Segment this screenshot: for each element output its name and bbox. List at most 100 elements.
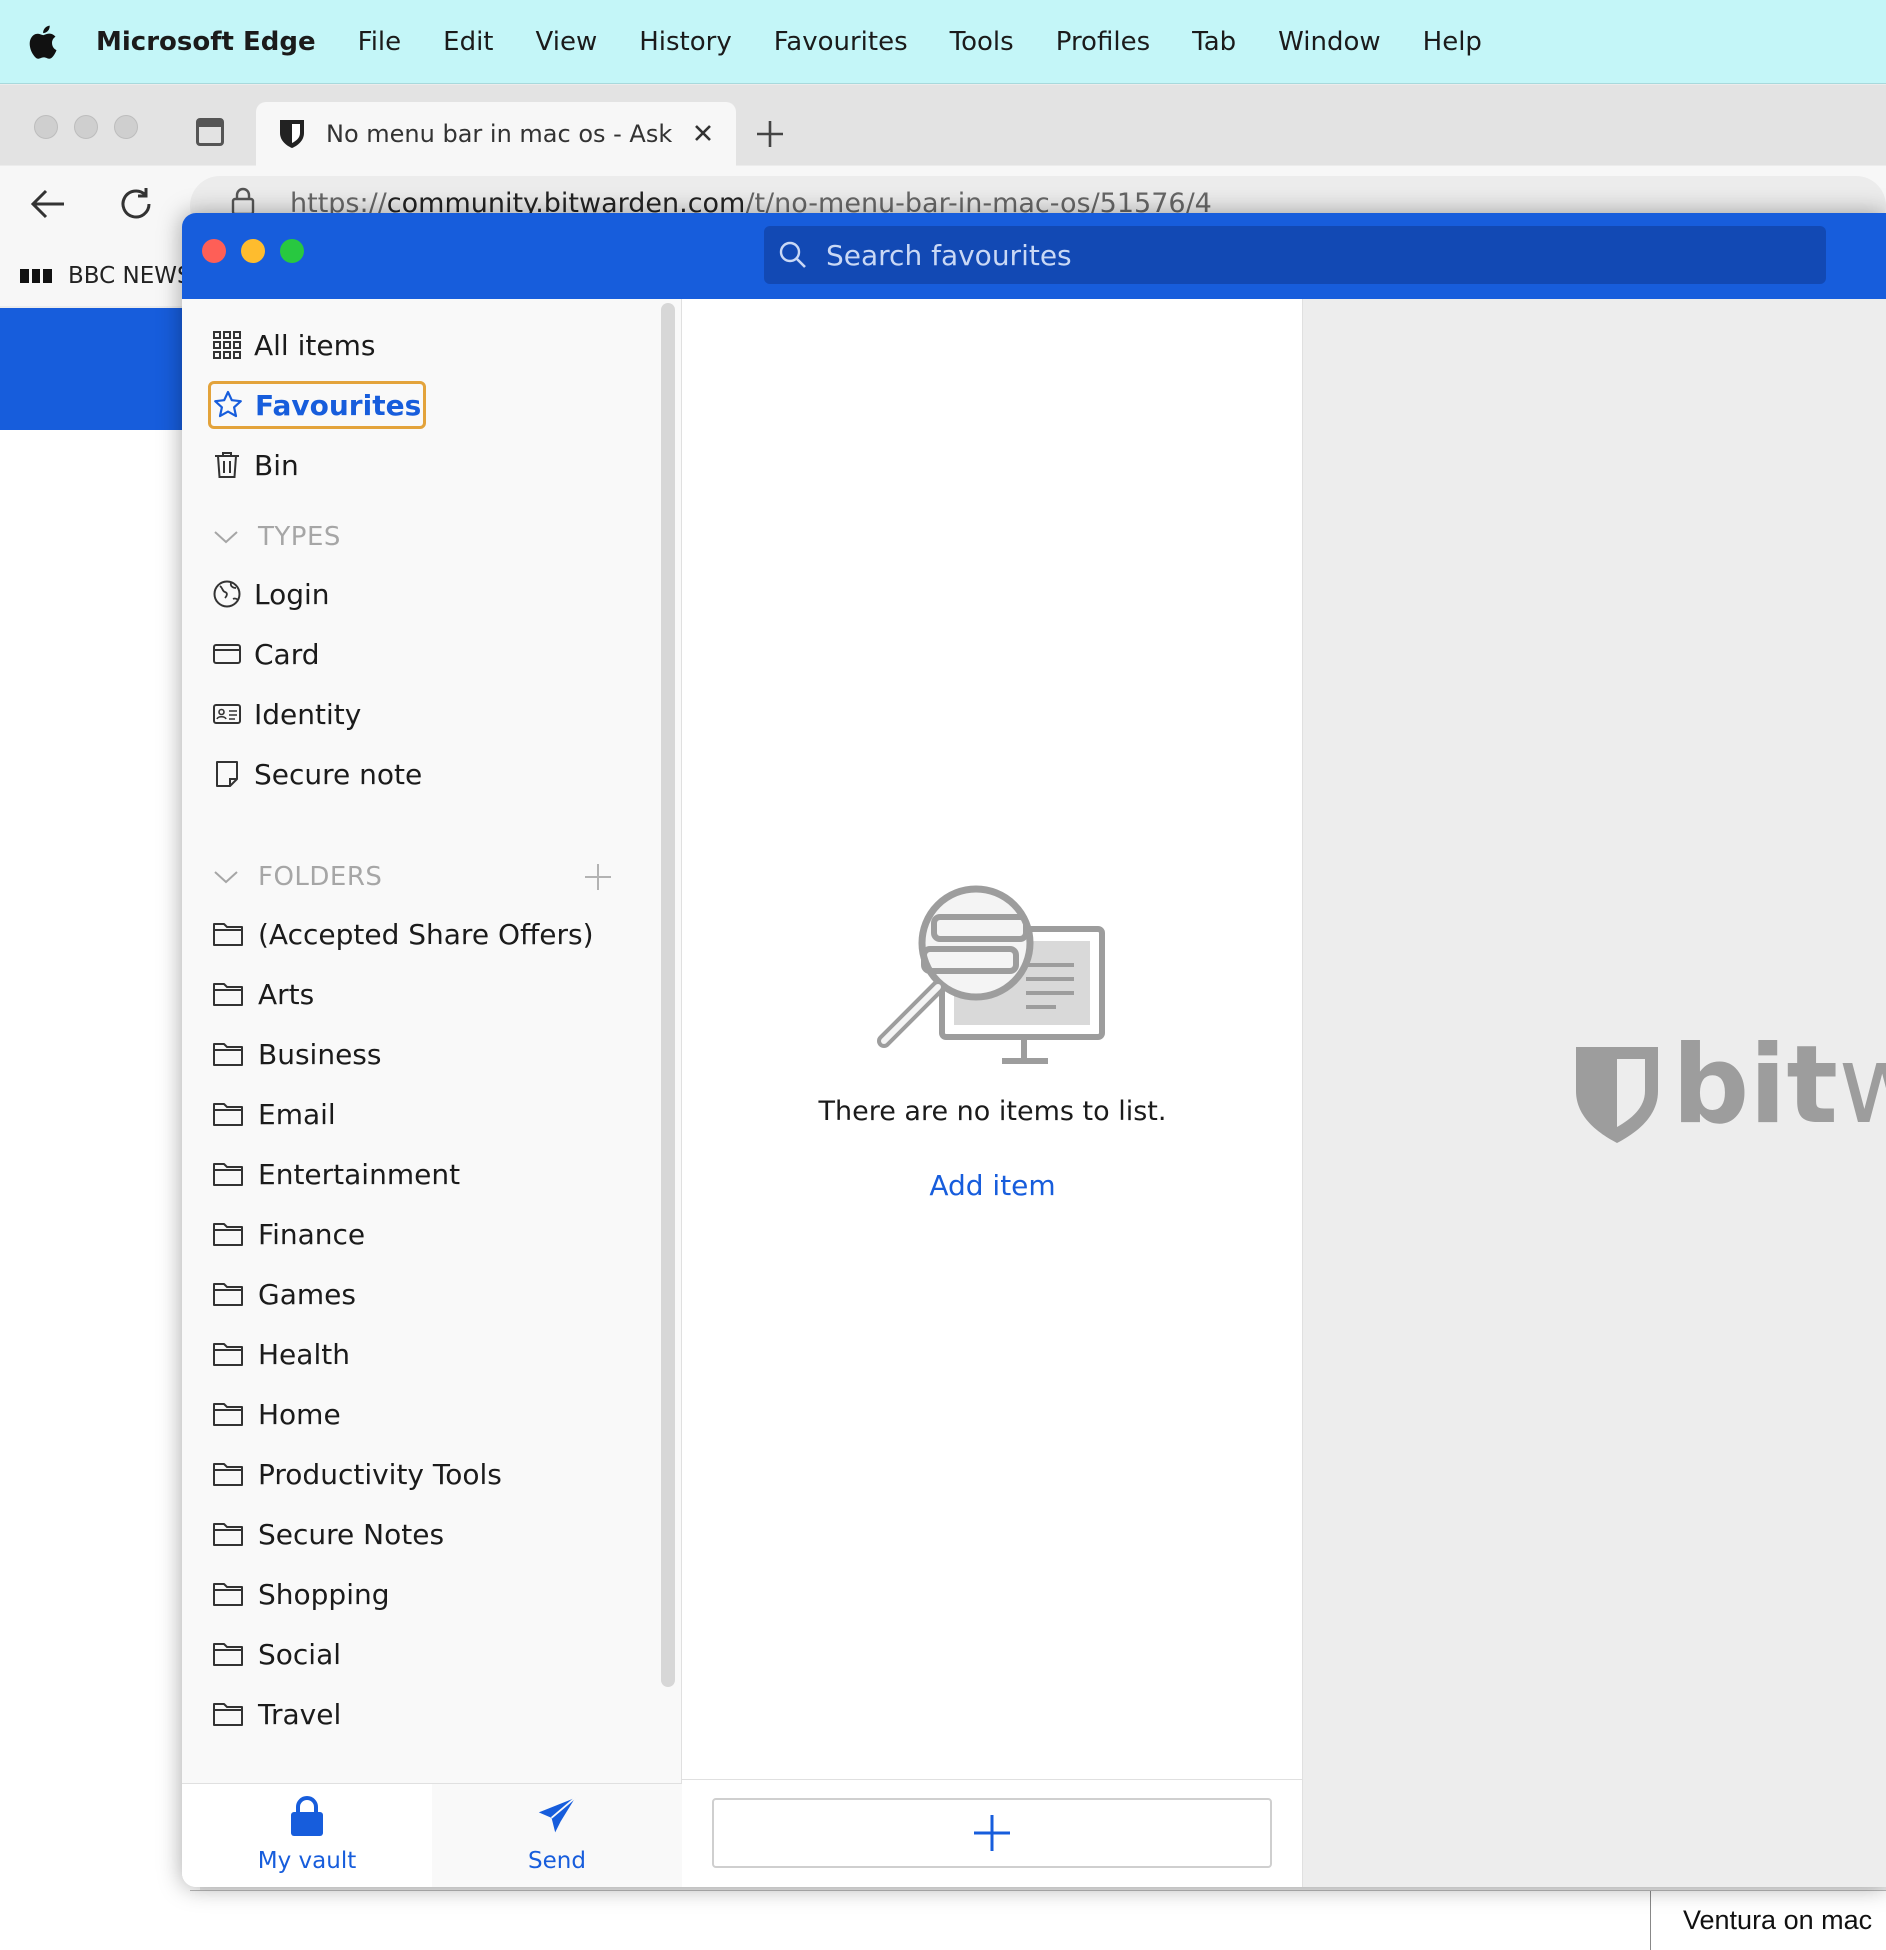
bitwarden-logo-icon <box>1576 1047 1658 1143</box>
folder-icon <box>213 1043 243 1066</box>
types-section-toggle[interactable]: TYPES <box>212 517 341 557</box>
chevron-down-icon <box>214 531 238 544</box>
folder-label: Social <box>258 1637 342 1671</box>
browser-zoom-button[interactable] <box>114 115 138 139</box>
folder-icon <box>213 1283 243 1306</box>
menu-view[interactable]: View <box>536 27 598 57</box>
sidebar-item-all-items[interactable]: All items <box>212 322 375 368</box>
folder-icon <box>213 983 243 1006</box>
folder-icon <box>213 1643 243 1666</box>
no-items-illustration-icon <box>877 885 1105 1064</box>
folder-item[interactable]: Entertainment <box>212 1151 460 1197</box>
folder-icon <box>213 1523 243 1546</box>
type-login[interactable]: Login <box>212 571 330 617</box>
lock-icon[interactable] <box>230 186 256 216</box>
apple-icon[interactable] <box>28 22 62 62</box>
macos-menu-bar: Microsoft Edge File Edit View History Fa… <box>0 0 1886 84</box>
folders-section-toggle[interactable]: FOLDERS <box>212 857 382 897</box>
sidebar-item-bin[interactable]: Bin <box>212 442 299 488</box>
browser-tab[interactable]: No menu bar in mac os - Ask the Communit… <box>256 102 736 166</box>
menu-help[interactable]: Help <box>1423 27 1482 57</box>
bookmark-bbc-news[interactable]: BBC NEWS <box>0 246 200 306</box>
folder-item[interactable]: Travel <box>212 1691 341 1737</box>
search-input[interactable] <box>826 238 1786 272</box>
folder-icon <box>213 1103 243 1126</box>
bitwarden-header <box>182 213 1886 299</box>
search-icon <box>779 241 806 268</box>
folder-icon <box>213 1163 243 1186</box>
back-arrow-icon[interactable] <box>28 186 68 222</box>
menu-tab[interactable]: Tab <box>1192 27 1236 57</box>
folder-item[interactable]: Secure Notes <box>212 1511 444 1557</box>
browser-minimize-button[interactable] <box>74 115 98 139</box>
page-snippet-text: Ventura on mac <box>1683 1905 1873 1935</box>
menu-profiles[interactable]: Profiles <box>1056 27 1150 57</box>
menu-window[interactable]: Window <box>1278 27 1381 57</box>
type-card[interactable]: Card <box>212 631 320 677</box>
type-label: Identity <box>254 697 362 731</box>
close-tab-icon[interactable] <box>690 120 716 146</box>
menu-tools[interactable]: Tools <box>950 27 1014 57</box>
sidebar-item-label: All items <box>254 328 376 362</box>
folder-item[interactable]: Social <box>212 1631 341 1677</box>
folder-item[interactable]: (Accepted Share Offers) <box>212 911 594 957</box>
folder-item[interactable]: Productivity Tools <box>212 1451 502 1497</box>
bitwarden-wordmark: bitw <box>1672 1023 1886 1148</box>
type-identity[interactable]: Identity <box>212 691 361 737</box>
sidebar-toggle-icon[interactable] <box>196 118 224 146</box>
folder-label: Email <box>258 1097 336 1131</box>
folder-item[interactable]: Finance <box>212 1211 365 1257</box>
menu-favourites[interactable]: Favourites <box>774 27 908 57</box>
folder-item[interactable]: Shopping <box>212 1571 390 1617</box>
browser-tab-title: No menu bar in mac os - Ask the Communit… <box>326 120 676 148</box>
window-zoom-button[interactable] <box>280 239 304 263</box>
plus-icon <box>974 1815 1010 1851</box>
folder-item[interactable]: Games <box>212 1271 356 1317</box>
folder-item[interactable]: Business <box>212 1031 381 1077</box>
type-secure-note[interactable]: Secure note <box>212 751 422 797</box>
folder-icon <box>213 1583 243 1606</box>
sidebar-scrollbar[interactable] <box>661 303 675 1687</box>
bottom-navigation: My vault Send <box>182 1783 682 1887</box>
browser-close-button[interactable] <box>34 115 58 139</box>
folder-label: Secure Notes <box>258 1517 445 1551</box>
page-header-band <box>0 308 200 430</box>
bbc-icon <box>20 269 53 283</box>
note-icon <box>216 761 238 787</box>
menu-edit[interactable]: Edit <box>443 27 493 57</box>
empty-state-text: There are no items to list. <box>818 1096 1167 1127</box>
credit-card-icon <box>213 644 241 664</box>
app-name-menu[interactable]: Microsoft Edge <box>96 27 316 57</box>
chevron-down-icon <box>214 871 238 884</box>
vault-sidebar: All items Favourites Bin TYPES Login Car… <box>182 299 682 1887</box>
sidebar-item-label: Bin <box>254 448 299 482</box>
folder-label: Travel <box>258 1697 342 1731</box>
reload-icon[interactable] <box>116 184 156 224</box>
folder-item[interactable]: Health <box>212 1331 350 1377</box>
folder-label: Shopping <box>258 1577 390 1611</box>
folder-label: Finance <box>258 1217 366 1251</box>
type-label: Secure note <box>254 757 423 791</box>
star-icon <box>214 390 242 418</box>
search-box[interactable] <box>764 226 1826 284</box>
window-close-button[interactable] <box>202 239 226 263</box>
add-item-link[interactable]: Add item <box>682 1169 1303 1202</box>
trash-icon <box>215 452 239 478</box>
nav-send[interactable]: Send <box>432 1784 682 1887</box>
window-minimize-button[interactable] <box>241 239 265 263</box>
folder-item[interactable]: Home <box>212 1391 341 1437</box>
new-tab-icon[interactable] <box>754 118 786 150</box>
globe-icon <box>213 580 241 608</box>
wordmark-thin: w <box>1837 1023 1886 1148</box>
menu-file[interactable]: File <box>358 27 402 57</box>
bitwarden-window: All items Favourites Bin TYPES Login Car… <box>182 213 1886 1887</box>
folder-item[interactable]: Email <box>212 1091 336 1137</box>
menu-history[interactable]: History <box>639 27 732 57</box>
nav-my-vault[interactable]: My vault <box>182 1784 432 1887</box>
folder-icon <box>213 1223 243 1246</box>
add-folder-icon[interactable] <box>582 861 614 893</box>
add-item-button[interactable] <box>712 1798 1272 1868</box>
folder-item[interactable]: Arts <box>212 971 314 1017</box>
folders-heading: FOLDERS <box>258 862 383 892</box>
sidebar-item-favourites[interactable]: Favourites <box>208 381 427 429</box>
